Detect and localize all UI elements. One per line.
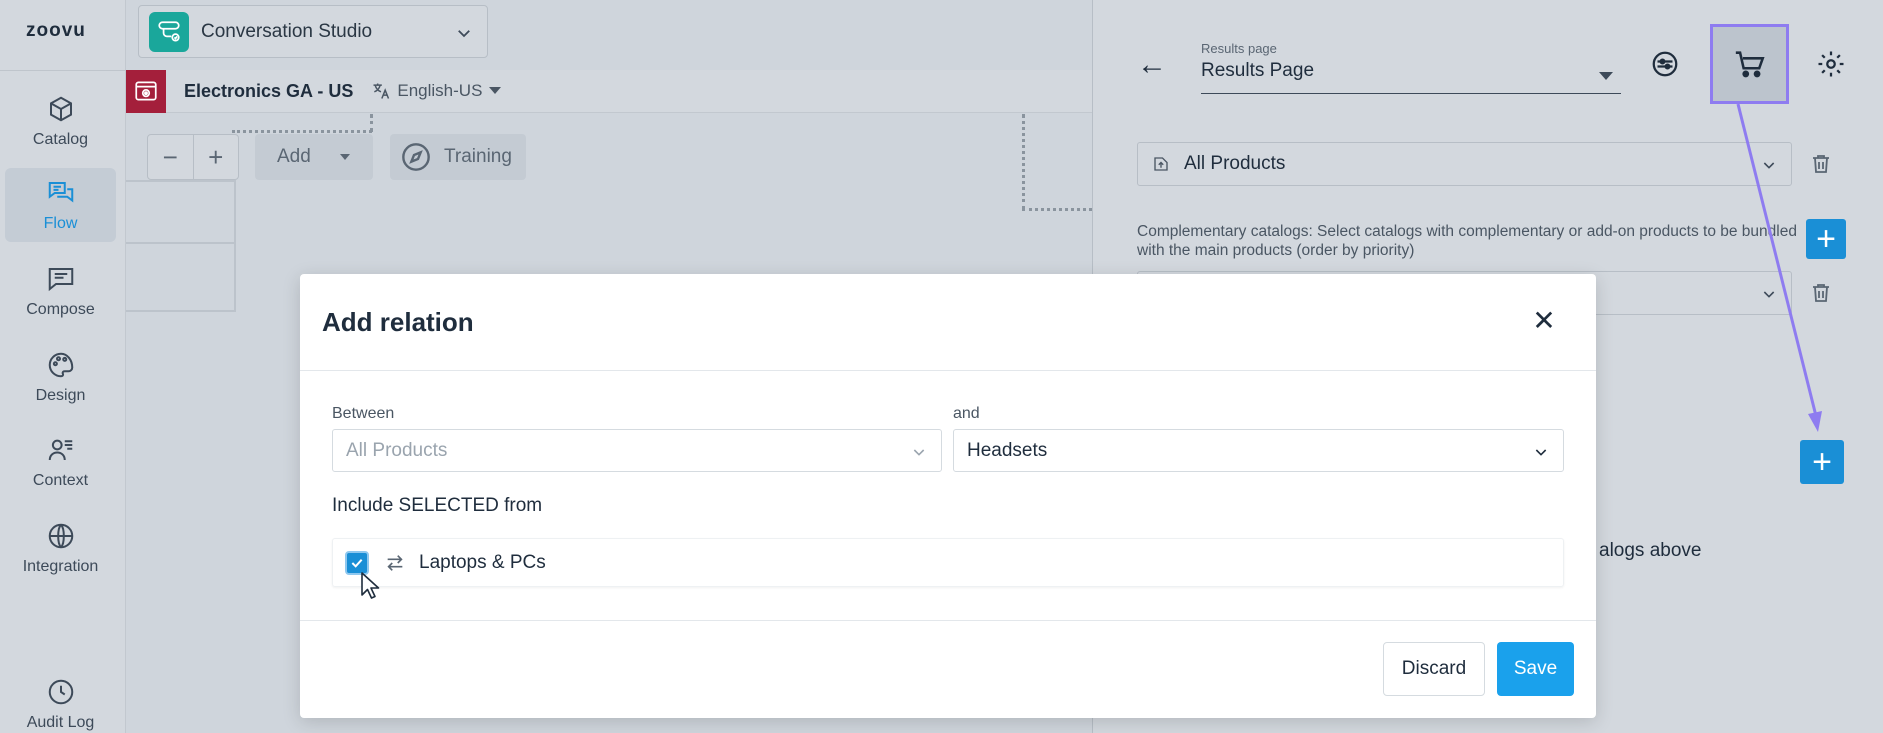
include-selected-label: Include SELECTED from — [332, 495, 543, 516]
zoom-controls: − + — [147, 134, 239, 180]
training-button[interactable]: Training — [390, 134, 526, 180]
language-selector[interactable]: English-US — [371, 81, 502, 101]
and-select[interactable]: Headsets — [953, 429, 1564, 472]
caret-down-icon — [489, 87, 502, 94]
add-node-button[interactable]: Add — [255, 134, 373, 180]
compass-icon — [402, 143, 430, 171]
palette-icon — [48, 352, 73, 377]
conversation-studio-icon — [149, 11, 189, 52]
partial-hint-text: alogs above — [1599, 540, 1702, 561]
trash-icon[interactable] — [1809, 151, 1833, 177]
caret-down-icon — [339, 154, 350, 160]
dialog-header: Add relation ✕ — [300, 274, 1596, 371]
nav-label-audit-log: Audit Log — [26, 713, 95, 731]
site-preview-icon[interactable] — [126, 69, 166, 113]
complementary-description: Complementary catalogs: Select catalogs … — [1137, 223, 1797, 259]
nav-item-catalog[interactable]: Catalog — [5, 84, 116, 158]
nav-item-audit-log[interactable]: Audit Log — [5, 674, 116, 733]
zoom-in-button[interactable]: + — [192, 135, 239, 179]
and-label: and — [953, 405, 980, 422]
add-label: Add — [277, 146, 311, 167]
chevron-down-icon — [1535, 449, 1547, 456]
message-icon — [48, 267, 73, 291]
cube-icon — [49, 96, 72, 121]
between-label: Between — [332, 405, 395, 422]
save-button[interactable]: Save — [1497, 642, 1574, 696]
mouse-cursor-icon — [361, 572, 380, 599]
chat-bubbles-icon — [48, 181, 73, 202]
dialog-footer-divider — [300, 620, 1596, 621]
chevron-down-icon — [458, 30, 470, 38]
site-name[interactable]: Electronics GA - US — [184, 81, 353, 102]
user-list-icon — [48, 439, 72, 460]
studio-selector[interactable]: Conversation Studio — [138, 5, 488, 58]
add-relation-dialog: Add relation ✕ Between All Products and … — [300, 274, 1596, 718]
trash-icon[interactable] — [1809, 280, 1833, 306]
add-complementary-button[interactable]: + — [1806, 219, 1846, 259]
swap-arrows-icon — [383, 551, 407, 575]
option-label: Laptops & PCs — [419, 551, 546, 573]
results-page-value: Results Page — [1201, 60, 1315, 81]
nav-item-flow[interactable]: Flow — [5, 168, 116, 242]
history-icon — [48, 679, 73, 704]
nav-label-compose: Compose — [26, 300, 95, 318]
between-select[interactable]: All Products — [332, 429, 942, 472]
nav-label-flow: Flow — [43, 214, 78, 232]
filter-icon[interactable] — [1645, 44, 1685, 84]
nav-divider — [0, 70, 126, 71]
flow-node-fragment[interactable] — [126, 180, 236, 312]
nav-label-catalog: Catalog — [32, 130, 89, 148]
left-navigation: zoovu Catalog Flow Compose Design Contex… — [0, 0, 126, 733]
globe-icon — [48, 523, 73, 548]
language-label: English-US — [397, 81, 483, 100]
catalog-select[interactable]: All Products — [1137, 142, 1792, 186]
translate-icon — [373, 83, 390, 99]
catalog-value: All Products — [1184, 153, 1286, 174]
caret-down-icon — [1599, 72, 1613, 80]
studio-name: Conversation Studio — [201, 20, 373, 42]
nav-item-context[interactable]: Context — [5, 425, 116, 499]
gear-icon[interactable] — [1811, 44, 1851, 84]
nav-item-compose[interactable]: Compose — [5, 254, 116, 328]
flow-connector — [232, 130, 372, 133]
results-page-label: Results page — [1201, 41, 1277, 56]
and-value: Headsets — [967, 439, 1048, 461]
catalog-icon — [1154, 157, 1168, 171]
nav-item-integration[interactable]: Integration — [5, 511, 116, 585]
training-label: Training — [444, 146, 512, 167]
cart-icon — [1735, 51, 1765, 78]
chevron-down-icon — [1763, 291, 1775, 298]
nav-item-design[interactable]: Design — [5, 340, 116, 414]
dialog-title: Add relation — [322, 307, 474, 337]
nav-label-integration: Integration — [22, 557, 99, 575]
nav-label-design: Design — [35, 386, 86, 404]
flow-connector — [370, 114, 373, 132]
flow-connector — [1022, 208, 1092, 211]
back-arrow-icon[interactable]: ← — [1137, 48, 1167, 82]
list-item[interactable]: Laptops & PCs — [332, 538, 1564, 587]
nav-label-context: Context — [32, 471, 89, 489]
zoovu-logo: zoovu — [26, 20, 86, 41]
between-value: All Products — [346, 439, 448, 461]
cart-button[interactable] — [1710, 24, 1789, 104]
add-relation-button[interactable]: + — [1800, 440, 1844, 484]
chevron-down-icon — [1763, 162, 1775, 169]
discard-button[interactable]: Discard — [1383, 642, 1485, 696]
close-icon[interactable]: ✕ — [1532, 305, 1556, 336]
results-page-select[interactable]: Results Page — [1201, 60, 1621, 94]
site-bar: Electronics GA - US English-US — [126, 69, 1092, 113]
chevron-down-icon — [913, 449, 925, 456]
zoom-out-button[interactable]: − — [148, 135, 193, 179]
flow-connector — [1022, 114, 1025, 210]
checkmark-icon — [351, 558, 363, 568]
